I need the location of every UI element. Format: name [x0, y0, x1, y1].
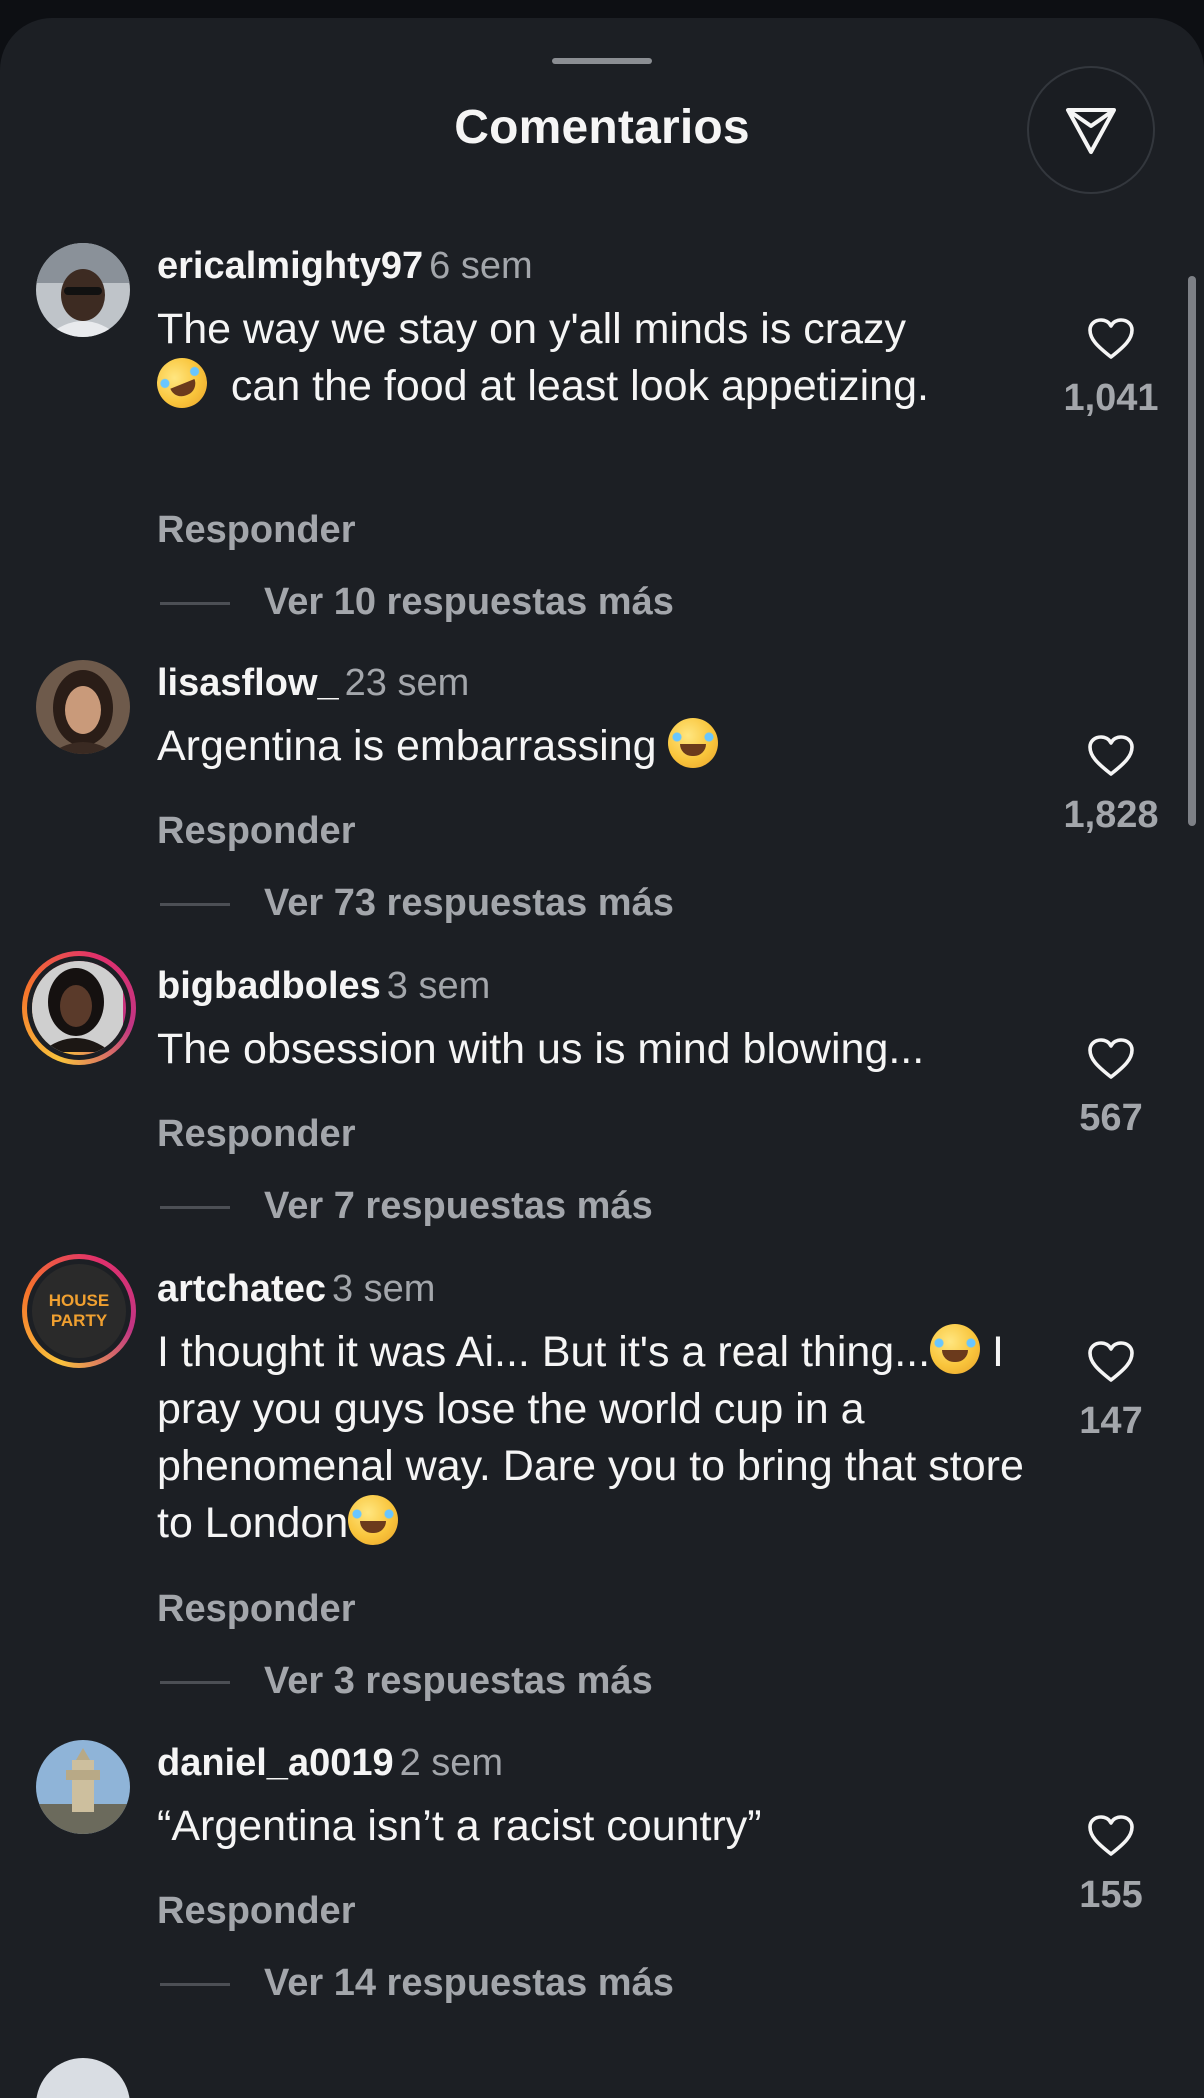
avatar-photo — [36, 243, 130, 337]
scrollbar[interactable] — [1188, 276, 1196, 826]
laughing-emoji-icon — [348, 1495, 399, 1545]
avatar[interactable] — [36, 2058, 130, 2098]
reply-button[interactable]: Responder — [157, 509, 355, 552]
comment-meta: bigbadboles 3 sem — [157, 965, 490, 1008]
view-replies-button[interactable]: Ver 73 respuestas más — [160, 882, 674, 925]
like-button[interactable]: 1,041 — [1056, 317, 1166, 420]
like-button[interactable]: 567 — [1056, 1037, 1166, 1140]
divider — [160, 1206, 230, 1210]
heart-icon — [1088, 1341, 1134, 1382]
reply-button[interactable]: Responder — [157, 1113, 355, 1156]
timestamp: 3 sem — [386, 965, 491, 1007]
laughing-emoji-icon — [668, 718, 719, 768]
view-replies-button[interactable]: Ver 7 respuestas más — [160, 1185, 653, 1228]
like-count: 147 — [1079, 1400, 1143, 1442]
avatar-logo-text: HOUSE PARTY — [48, 1291, 110, 1330]
username[interactable]: ericalmighty97 — [157, 245, 423, 287]
reply-button[interactable]: Responder — [157, 1588, 355, 1631]
heart-icon — [1088, 735, 1134, 776]
rofl-emoji-icon — [149, 350, 215, 416]
comment-text: “Argentina isn’t a racist country” — [157, 1802, 762, 1850]
username[interactable]: artchatec — [157, 1268, 326, 1310]
divider — [160, 602, 230, 606]
username[interactable]: daniel_a0019 — [157, 1742, 394, 1784]
send-filter-icon — [1066, 108, 1116, 154]
timestamp: 3 sem — [331, 1268, 436, 1310]
like-count: 1,828 — [1063, 794, 1159, 836]
timestamp: 6 sem — [429, 245, 533, 287]
filter-button[interactable] — [1027, 66, 1155, 194]
like-button[interactable]: 155 — [1056, 1814, 1166, 1917]
reply-button[interactable]: Responder — [157, 1890, 355, 1933]
avatar-story-ring[interactable] — [22, 951, 136, 1065]
comment-meta: artchatec 3 sem — [157, 1268, 435, 1311]
like-count: 155 — [1079, 1874, 1143, 1916]
avatar-photo — [32, 961, 123, 1052]
avatar[interactable] — [36, 660, 130, 754]
divider — [160, 1681, 230, 1685]
view-replies-button[interactable]: Ver 10 respuestas más — [160, 581, 674, 624]
timestamp: 23 sem — [344, 662, 470, 704]
avatar[interactable] — [36, 243, 130, 337]
username[interactable]: bigbadboles — [157, 965, 381, 1007]
like-button[interactable]: 1,828 — [1056, 734, 1166, 837]
like-count: 1,041 — [1063, 377, 1159, 419]
comment-text: Argentina is embarrassing — [157, 718, 1037, 775]
drag-handle[interactable] — [552, 58, 652, 64]
divider — [160, 903, 230, 907]
comment-text: The way we stay on y'all minds is crazy … — [149, 301, 1037, 416]
view-replies-button[interactable]: Ver 3 respuestas más — [160, 1660, 653, 1703]
comment-text: The obsession with us is mind blowing... — [157, 1025, 925, 1073]
comment-meta: ericalmighty97 6 sem — [157, 245, 533, 288]
avatar-story-ring[interactable]: HOUSE PARTY — [22, 1254, 136, 1368]
like-button[interactable]: 147 — [1056, 1340, 1166, 1443]
avatar-photo — [36, 660, 130, 754]
heart-icon — [1088, 1815, 1134, 1856]
comment-meta: lisasflow_ 23 sem — [157, 662, 469, 705]
avatar[interactable] — [36, 1740, 130, 1834]
username[interactable]: lisasflow_ — [157, 662, 339, 704]
view-replies-button[interactable]: Ver 14 respuestas más — [160, 1962, 674, 2005]
comment-meta: daniel_a0019 2 sem — [157, 1742, 503, 1785]
heart-icon — [1088, 318, 1134, 359]
timestamp: 2 sem — [399, 1742, 504, 1784]
heart-icon — [1088, 1038, 1134, 1079]
divider — [160, 1983, 230, 1987]
reply-button[interactable]: Responder — [157, 810, 355, 853]
like-count: 567 — [1079, 1097, 1143, 1139]
page-title: Comentarios — [454, 101, 750, 154]
laughing-emoji-icon — [930, 1324, 981, 1374]
comments-sheet: Comentarios ericalmighty97 6 sem The way … — [0, 18, 1204, 2098]
avatar-photo — [36, 1740, 130, 1834]
comment-text: I thought it was Ai... But it's a real t… — [157, 1324, 1037, 1552]
